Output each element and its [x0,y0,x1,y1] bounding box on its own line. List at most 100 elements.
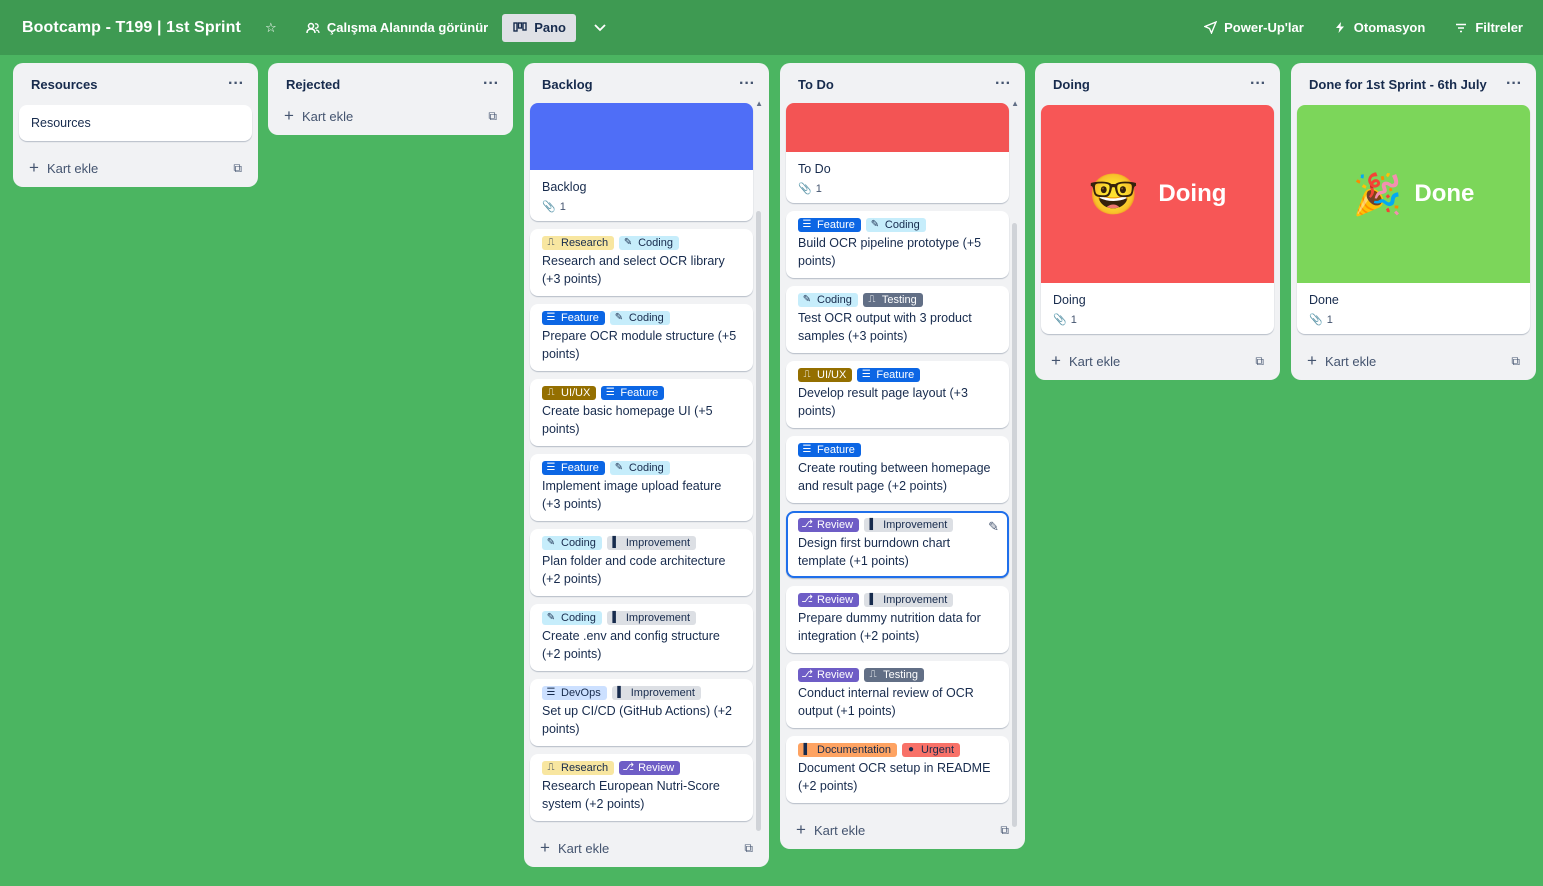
card[interactable]: ⎍ UI/UX ☰ Feature Create basic homepage UI… [530,379,753,446]
card[interactable]: To Do 📎 1 [786,103,1009,203]
card-template-icon[interactable]: ⧉ [744,841,753,856]
label-devops[interactable]: ☰ DevOps [542,686,607,700]
add-card-button[interactable]: + Kart ekle [1051,351,1120,371]
card-template-icon[interactable]: ⧉ [488,109,497,124]
list-menu-icon[interactable]: ··· [995,76,1011,92]
add-card-label: Kart ekle [813,822,866,838]
label-coding[interactable]: ✎ Coding [542,611,602,625]
board-title[interactable]: Bootcamp - T199 | 1st Sprint [22,19,241,37]
label-improvement[interactable]: ▌ Improvement [606,611,697,625]
card[interactable]: ✎ Coding ⎍ Testing Test OCR output with 3 … [786,286,1009,353]
card[interactable]: ☰ Feature Create routing between homepage… [786,436,1009,503]
add-card-row: + Kart ekle ⧉ [1041,342,1274,380]
card[interactable]: Backlog 📎 1 [530,103,753,221]
label-feature[interactable]: ☰ Feature [601,386,665,400]
label-testing[interactable]: ⎍ Testing [862,293,923,307]
card[interactable]: ✎ Coding ▌ Improvement Create .env and con… [530,604,753,671]
label-testing[interactable]: ⎍ Testing [864,668,924,682]
label-coding[interactable]: ✎ Coding [542,536,602,550]
label-uiux[interactable]: ⎍ UI/UX [542,386,597,400]
card-template-icon[interactable]: ⧉ [233,161,242,176]
powerups-button[interactable]: Power-Up'lar [1194,14,1312,42]
card-title: Create routing between homepage and resu… [798,461,991,493]
list-title[interactable]: To Do [798,77,834,92]
list-title[interactable]: Rejected [286,77,340,92]
card[interactable]: ▌ Documentation ● Urgent Document OCR setu… [786,736,1009,803]
list-menu-icon[interactable]: ··· [1506,76,1522,92]
card[interactable]: 🤓 Doing Doing 📎 1 [1041,105,1274,334]
label-review[interactable]: ⎇ Review [798,668,860,682]
card-template-icon[interactable]: ⧉ [1000,823,1009,838]
label-feature[interactable]: ☰ Feature [542,461,605,475]
label-feature[interactable]: ☰ Feature [857,368,921,382]
scrollbar[interactable] [1012,223,1017,827]
label-review[interactable]: ⎇ Review [798,518,860,532]
label-review[interactable]: ⎇ Review [619,761,681,775]
label-coding[interactable]: ✎ Coding [609,311,670,325]
label-improvement[interactable]: ▌ Improvement [611,686,701,700]
label-coding[interactable]: ✎ Coding [609,461,670,475]
card[interactable]: 🎉 Done Done 📎 1 [1297,105,1530,334]
board-view-button[interactable]: Pano [502,13,576,42]
list-todo: To Do ··· ▲ To Do 📎 1 ☰ Feature ✎ Coding Bu… [780,63,1025,849]
list-title[interactable]: Backlog [542,77,593,92]
card[interactable]: ⎍ UI/UX ☰ Feature Develop result page layo… [786,361,1009,428]
list-menu-icon[interactable]: ··· [228,76,244,92]
card-template-icon[interactable]: ⧉ [1255,354,1264,369]
add-card-button[interactable]: + Kart ekle [540,838,609,858]
list-menu-icon[interactable]: ··· [483,76,499,92]
add-card-button[interactable]: + Kart ekle [1307,351,1376,371]
card[interactable]: ⎍ Research ⎇ Review Research European Nutr… [530,754,753,821]
scroll-up-icon[interactable]: ▲ [755,99,763,108]
list-title[interactable]: Done for 1st Sprint - 6th July [1309,77,1487,92]
label-feature[interactable]: ☰ Feature [798,443,861,457]
filters-button[interactable]: Filtreler [1445,14,1531,42]
add-card-button[interactable]: + Kart ekle [796,820,865,840]
label-improvement[interactable]: ▌ Improvement [606,536,697,550]
label-feature[interactable]: ☰ Feature [542,311,605,325]
list-title[interactable]: Resources [31,77,97,92]
views-dropdown-button[interactable] [584,14,616,42]
board-header: Bootcamp - T199 | 1st Sprint ☆ Çalışma A… [0,0,1543,55]
list-backlog: Backlog ··· ▲ Backlog 📎 1 ⎍ Research ✎ Codi… [524,63,769,867]
star-button[interactable]: ☆ [255,14,287,42]
label-coding[interactable]: ✎ Coding [619,236,679,250]
label-review[interactable]: ⎇ Review [798,593,860,607]
card[interactable]: Resources [19,105,252,141]
label-uiux[interactable]: ⎍ UI/UX [798,368,853,382]
label-improvement[interactable]: ▌ Improvement [864,518,954,532]
card[interactable]: ☰ Feature ✎ Coding Build OCR pipeline prot… [786,211,1009,278]
card[interactable]: ⎍ Research ✎ Coding Research and select OC… [530,229,753,296]
label-documentation[interactable]: ▌ Documentation [798,743,897,757]
label-coding[interactable]: ✎ Coding [865,218,926,232]
add-card-row: + Kart ekle ⧉ [274,97,507,135]
card[interactable]: ⎇ Review ▌ Improvement Prepare dummy nutri… [786,586,1009,653]
card[interactable]: ✎ Coding ▌ Improvement Plan folder and cod… [530,529,753,596]
card[interactable]: ☰ Feature ✎ Coding Implement image upload … [530,454,753,521]
label-research[interactable]: ⎍ Research [542,761,615,775]
card[interactable]: ☰ Feature ✎ Coding Prepare OCR module stru… [530,304,753,371]
card[interactable]: ⎇ Review ⎍ Testing Conduct internal review… [786,661,1009,728]
label-coding[interactable]: ✎ Coding [798,293,858,307]
automation-button[interactable]: Otomasyon [1324,14,1434,42]
card-template-icon[interactable]: ⧉ [1511,354,1520,369]
lightning-icon [1332,20,1348,36]
list-menu-icon[interactable]: ··· [1250,76,1266,92]
label-feature[interactable]: ☰ Feature [798,218,861,232]
card[interactable]: ✎ ⎇ Review ▌ Improvement Design first burn… [786,511,1009,578]
card[interactable]: ☰ DevOps ▌ Improvement Set up CI/CD (GitHu… [530,679,753,746]
label-urgent[interactable]: ● Urgent [902,743,961,757]
add-card-button[interactable]: + Kart ekle [284,106,353,126]
list-title[interactable]: Doing [1053,77,1090,92]
scrollbar[interactable] [756,211,761,831]
card-title: Set up CI/CD (GitHub Actions) (+2 points… [542,704,733,736]
edit-icon[interactable]: ✎ [988,519,999,535]
pencil-icon: ✎ [546,612,556,623]
list-menu-icon[interactable]: ··· [739,76,755,92]
label-improvement[interactable]: ▌ Improvement [864,593,954,607]
label-research[interactable]: ⎍ Research [542,236,615,250]
add-card-button[interactable]: + Kart ekle [29,158,98,178]
card-title: Resources [31,116,91,130]
scroll-up-icon[interactable]: ▲ [1011,99,1019,108]
visibility-button[interactable]: Çalışma Alanında görünür [297,14,496,42]
